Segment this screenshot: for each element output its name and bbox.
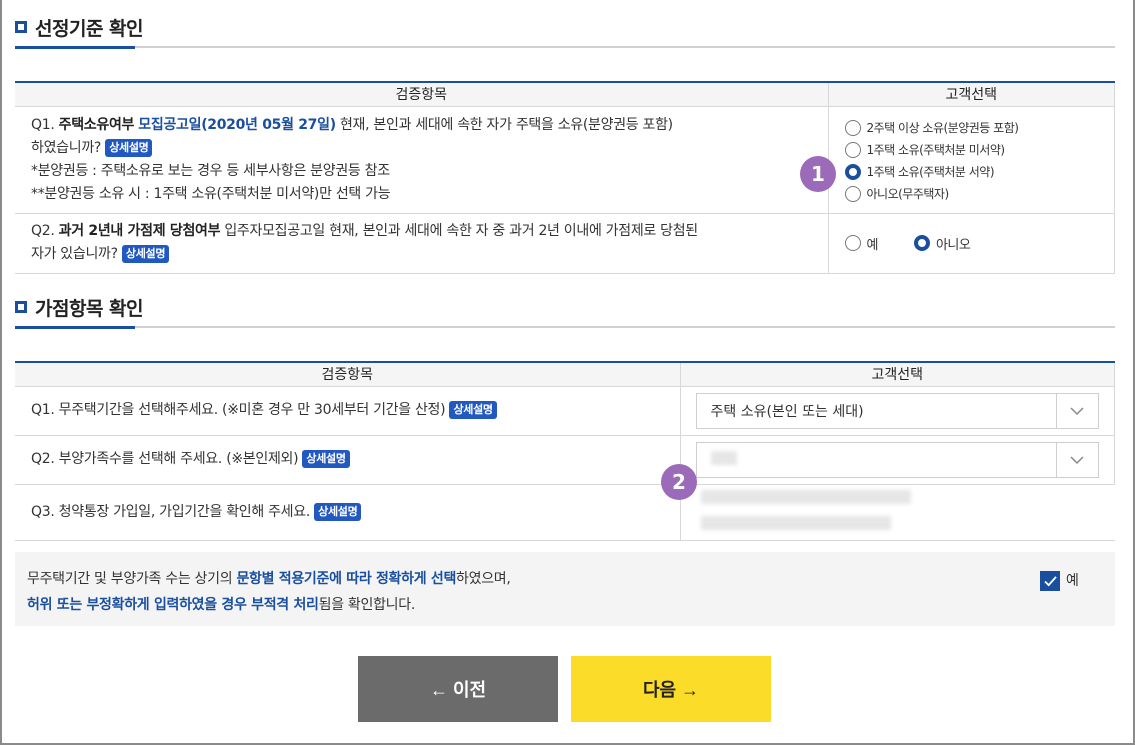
detail-button[interactable]: 상세설명 [105, 138, 153, 157]
homeless-period-select[interactable]: 주택 소유(본인 또는 세대) [695, 392, 1099, 429]
radio-icon[interactable] [844, 141, 861, 158]
criteria-table: 검증항목 고객선택 Q1. 주택소유여부 모집공고일(2020년 05월 27일… [15, 81, 1115, 274]
agree-checkbox[interactable]: 예 [1040, 568, 1079, 594]
ownership-radio-group: 2주택 이상 소유(분양권등 포함) 1주택 소유(주택처분 미서약) 1주택 … [829, 107, 1115, 213]
chevron-down-icon[interactable] [1055, 442, 1098, 477]
next-button[interactable]: 다음 → [571, 656, 771, 722]
blurred-value [710, 450, 737, 465]
dependents-select[interactable] [695, 441, 1099, 478]
radio-icon[interactable] [844, 119, 861, 136]
column-header-choice: 고객선택 [679, 362, 1115, 387]
radio-selected-icon[interactable] [913, 235, 930, 251]
radio-option-1[interactable]: 1주택 소유(주택처분 미서약) [844, 139, 1115, 161]
radio-no[interactable]: 아니오 [913, 232, 971, 254]
question-q2: Q2. 과거 2년내 가점제 당첨여부 입주자모집공고일 현재, 본인과 세대에… [15, 212, 829, 274]
detail-button[interactable]: 상세설명 [314, 502, 362, 521]
blurred-value [700, 516, 891, 530]
radio-option-2[interactable]: 1주택 소유(주택처분 서약) [844, 161, 1115, 183]
account-info [681, 490, 1115, 534]
section-title: 가점항목 확인 [35, 297, 144, 320]
win-history-radio-group: 예 아니오 [829, 232, 1115, 254]
column-header-item: 검증항목 [15, 362, 681, 387]
radio-icon[interactable] [844, 185, 861, 202]
question-q1: Q1. 주택소유여부 모집공고일(2020년 05월 27일) 현재, 본인과 … [15, 105, 829, 214]
points-table: 검증항목 고객선택 Q1. 무주택기간을 선택해주세요. (※미혼 경우 만 3… [15, 361, 1115, 541]
chevron-down-icon[interactable] [1055, 393, 1098, 428]
radio-option-0[interactable]: 2주택 이상 소유(분양권등 포함) [844, 117, 1115, 139]
detail-button[interactable]: 상세설명 [449, 401, 497, 419]
radio-option-3[interactable]: 아니오(무주택자) [844, 183, 1115, 205]
detail-button[interactable]: 상세설명 [302, 450, 350, 468]
column-header-item: 검증항목 [15, 82, 829, 107]
question-q1-homeless: Q1. 무주택기간을 선택해주세요. (※미혼 경우 만 30세부터 기간을 산… [15, 385, 681, 436]
question-q2-dependents: Q2. 부양가족수를 선택해 주세요. (※본인제외) 상세설명 [15, 434, 681, 485]
section-header-points: 가점항목 확인 [15, 292, 1115, 329]
section-header-criteria: 선정기준 확인 [15, 12, 1115, 49]
radio-yes[interactable]: 예 [844, 232, 878, 254]
note-line: **분양권등 소유 시 : 1주택 소유(주택처분 미서약)만 선택 가능 [31, 185, 391, 202]
section-title: 선정기준 확인 [35, 17, 144, 40]
step-marker-1: 1 [800, 156, 836, 192]
square-bullet-icon [15, 301, 27, 313]
prev-button[interactable]: ← 이전 [358, 656, 558, 722]
square-bullet-icon [15, 21, 27, 33]
agreement-box: 무주택기간 및 부양가족 수는 상기의 문항별 적용기준에 따라 정확하게 선택… [15, 552, 1115, 626]
question-q3-account: Q3. 청약통장 가입일, 가입기간을 확인해 주세요. 상세설명 [15, 483, 681, 541]
blurred-value [700, 490, 911, 504]
radio-selected-icon[interactable] [844, 163, 861, 180]
check-icon[interactable] [1040, 571, 1060, 591]
radio-icon[interactable] [844, 235, 861, 251]
step-marker-2: 2 [661, 464, 697, 500]
detail-button[interactable]: 상세설명 [121, 245, 170, 263]
note-line: *분양권등 : 주택소유로 보는 경우 등 세부사항은 분양권등 참조 [31, 162, 390, 179]
column-header-choice: 고객선택 [827, 82, 1115, 107]
